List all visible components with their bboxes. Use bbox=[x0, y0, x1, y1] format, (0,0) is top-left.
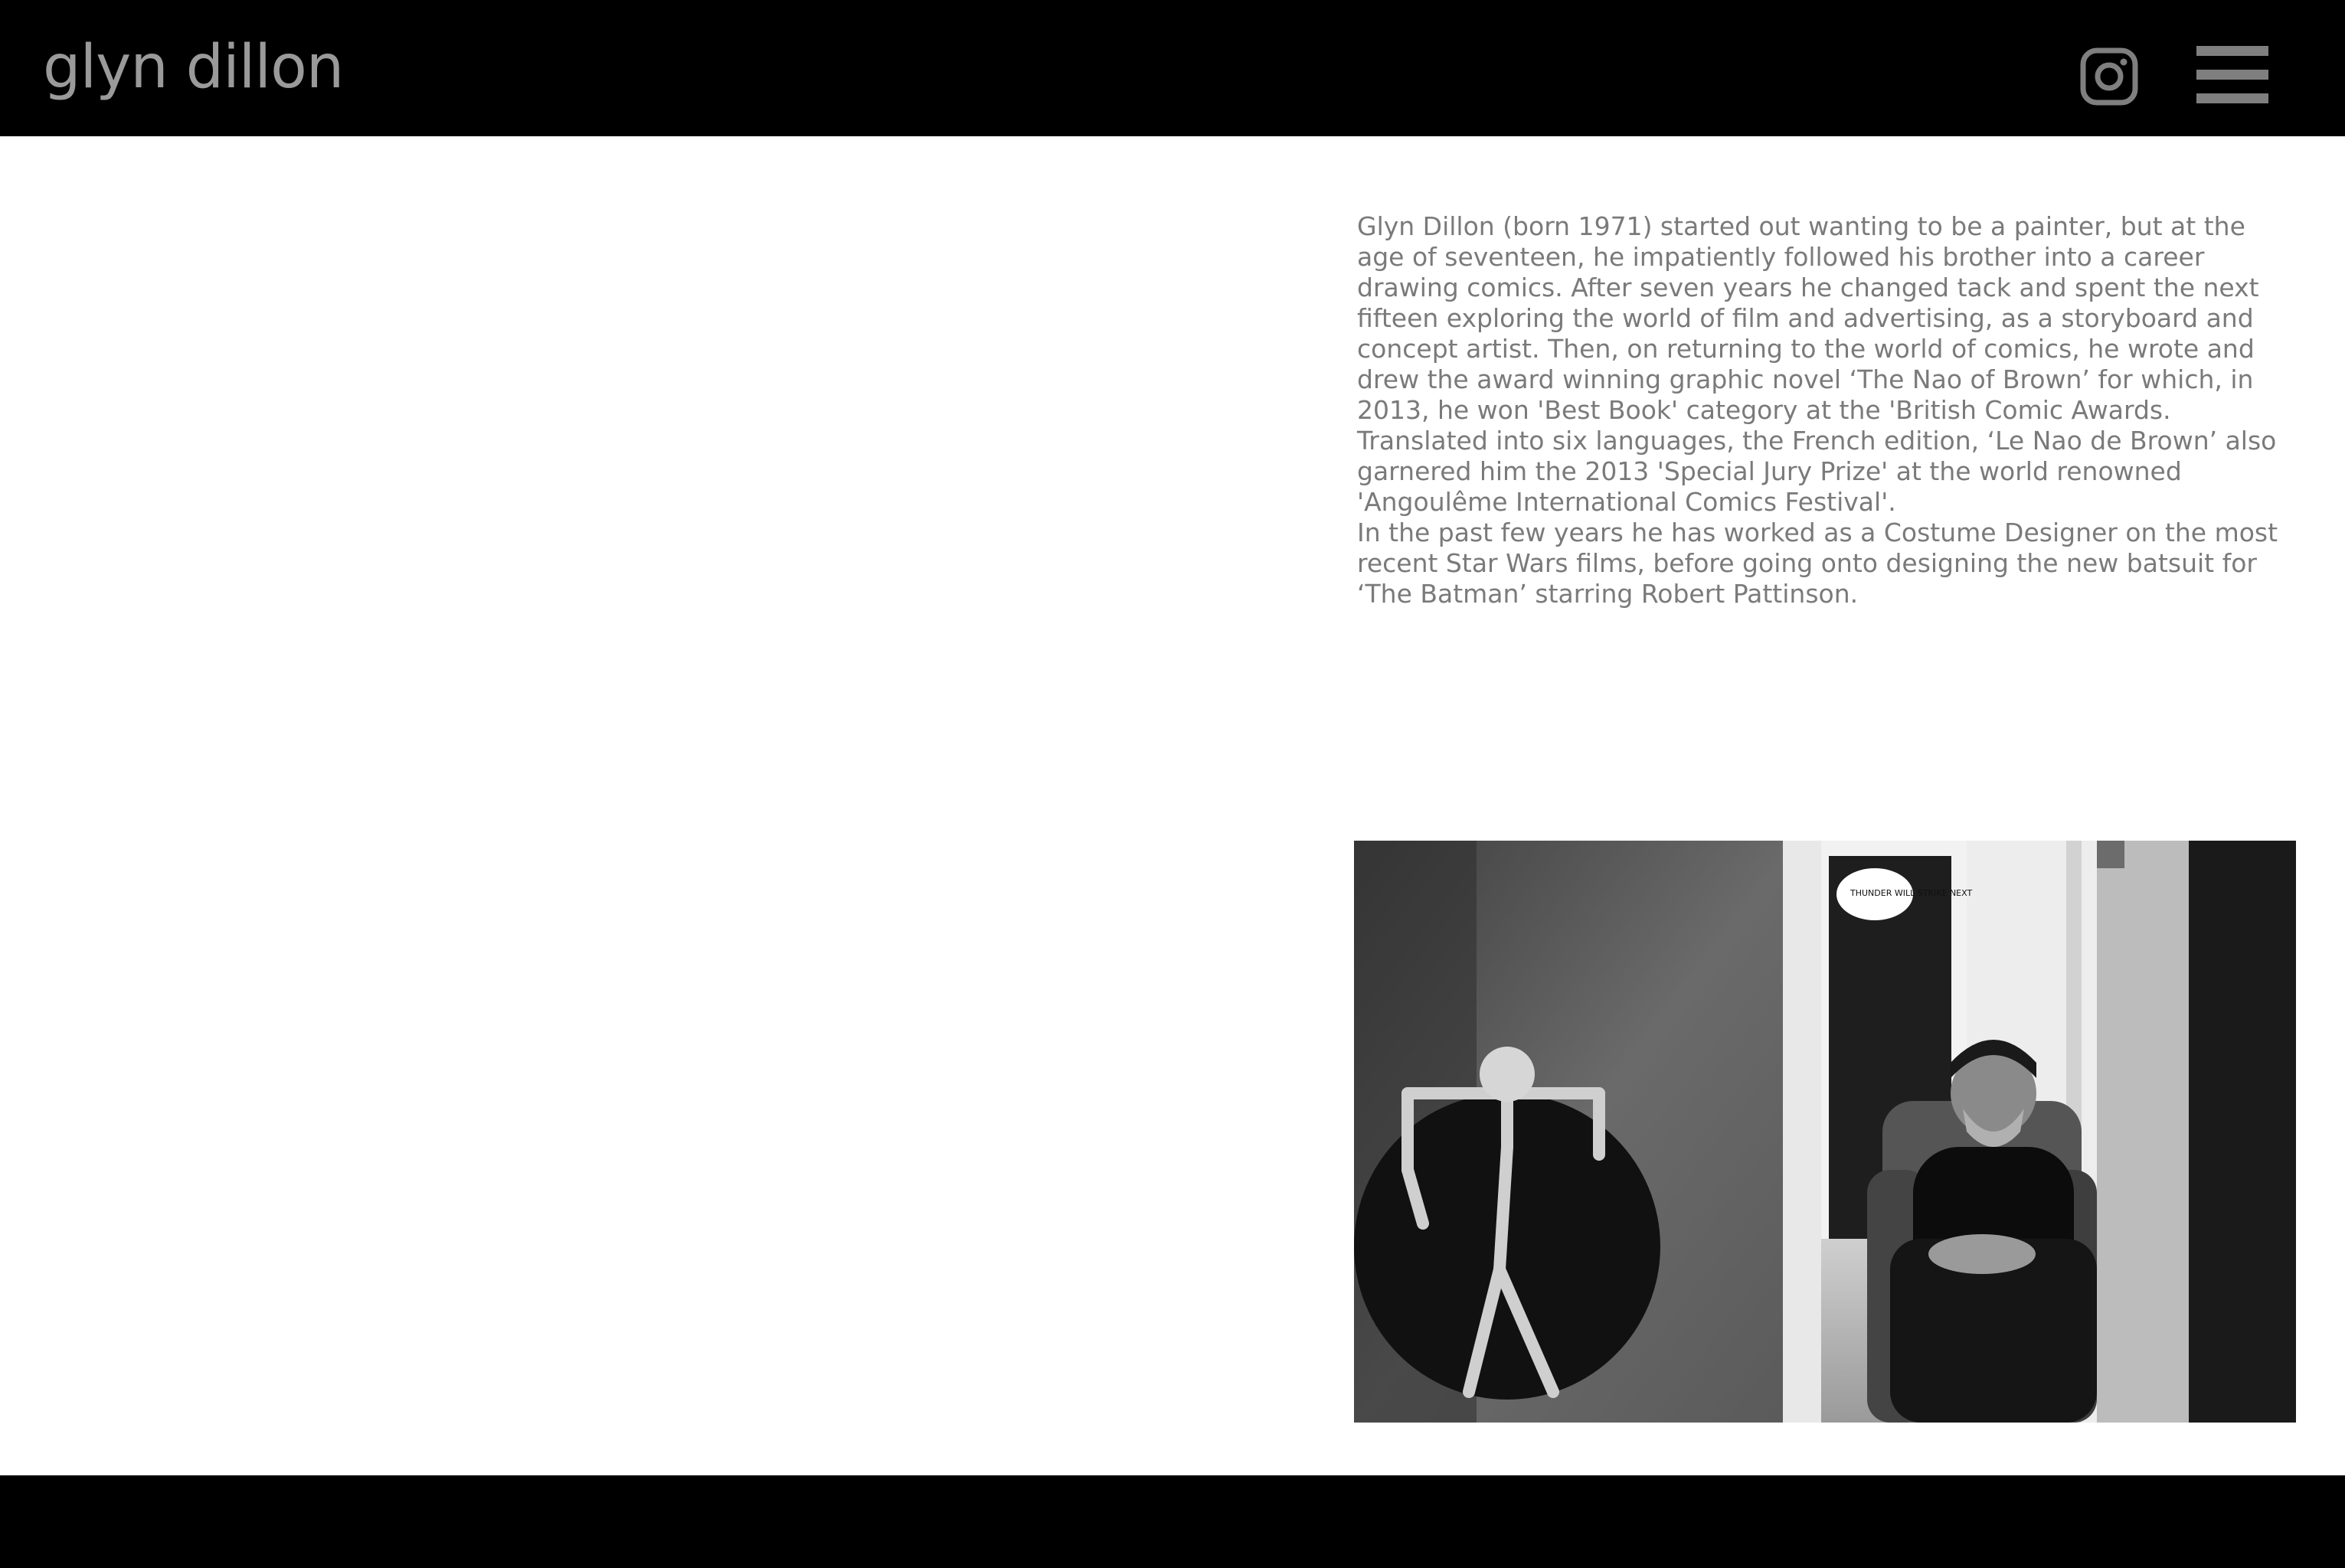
menu-line bbox=[2196, 46, 2268, 56]
hamburger-menu-icon[interactable] bbox=[2196, 46, 2268, 104]
footer-bar bbox=[0, 1475, 2345, 1568]
bio-paragraph-2: In the past few years he has worked as a… bbox=[1357, 518, 2278, 609]
bio-paragraph-1: Glyn Dillon (born 1971) started out want… bbox=[1357, 211, 2277, 517]
instagram-icon[interactable] bbox=[2080, 47, 2138, 106]
door-sign-text: THUNDER WILL STRIKE NEXT bbox=[1850, 888, 1972, 898]
top-navigation-bar: glyn dillon bbox=[0, 0, 2345, 136]
biography-text: Glyn Dillon (born 1971) started out want… bbox=[1357, 211, 2294, 609]
portrait-photo: THUNDER WILL STRIKE NEXT bbox=[1354, 841, 2296, 1423]
menu-line bbox=[2196, 93, 2268, 103]
site-title-logo[interactable]: glyn dillon bbox=[43, 31, 344, 104]
menu-line bbox=[2196, 70, 2268, 80]
